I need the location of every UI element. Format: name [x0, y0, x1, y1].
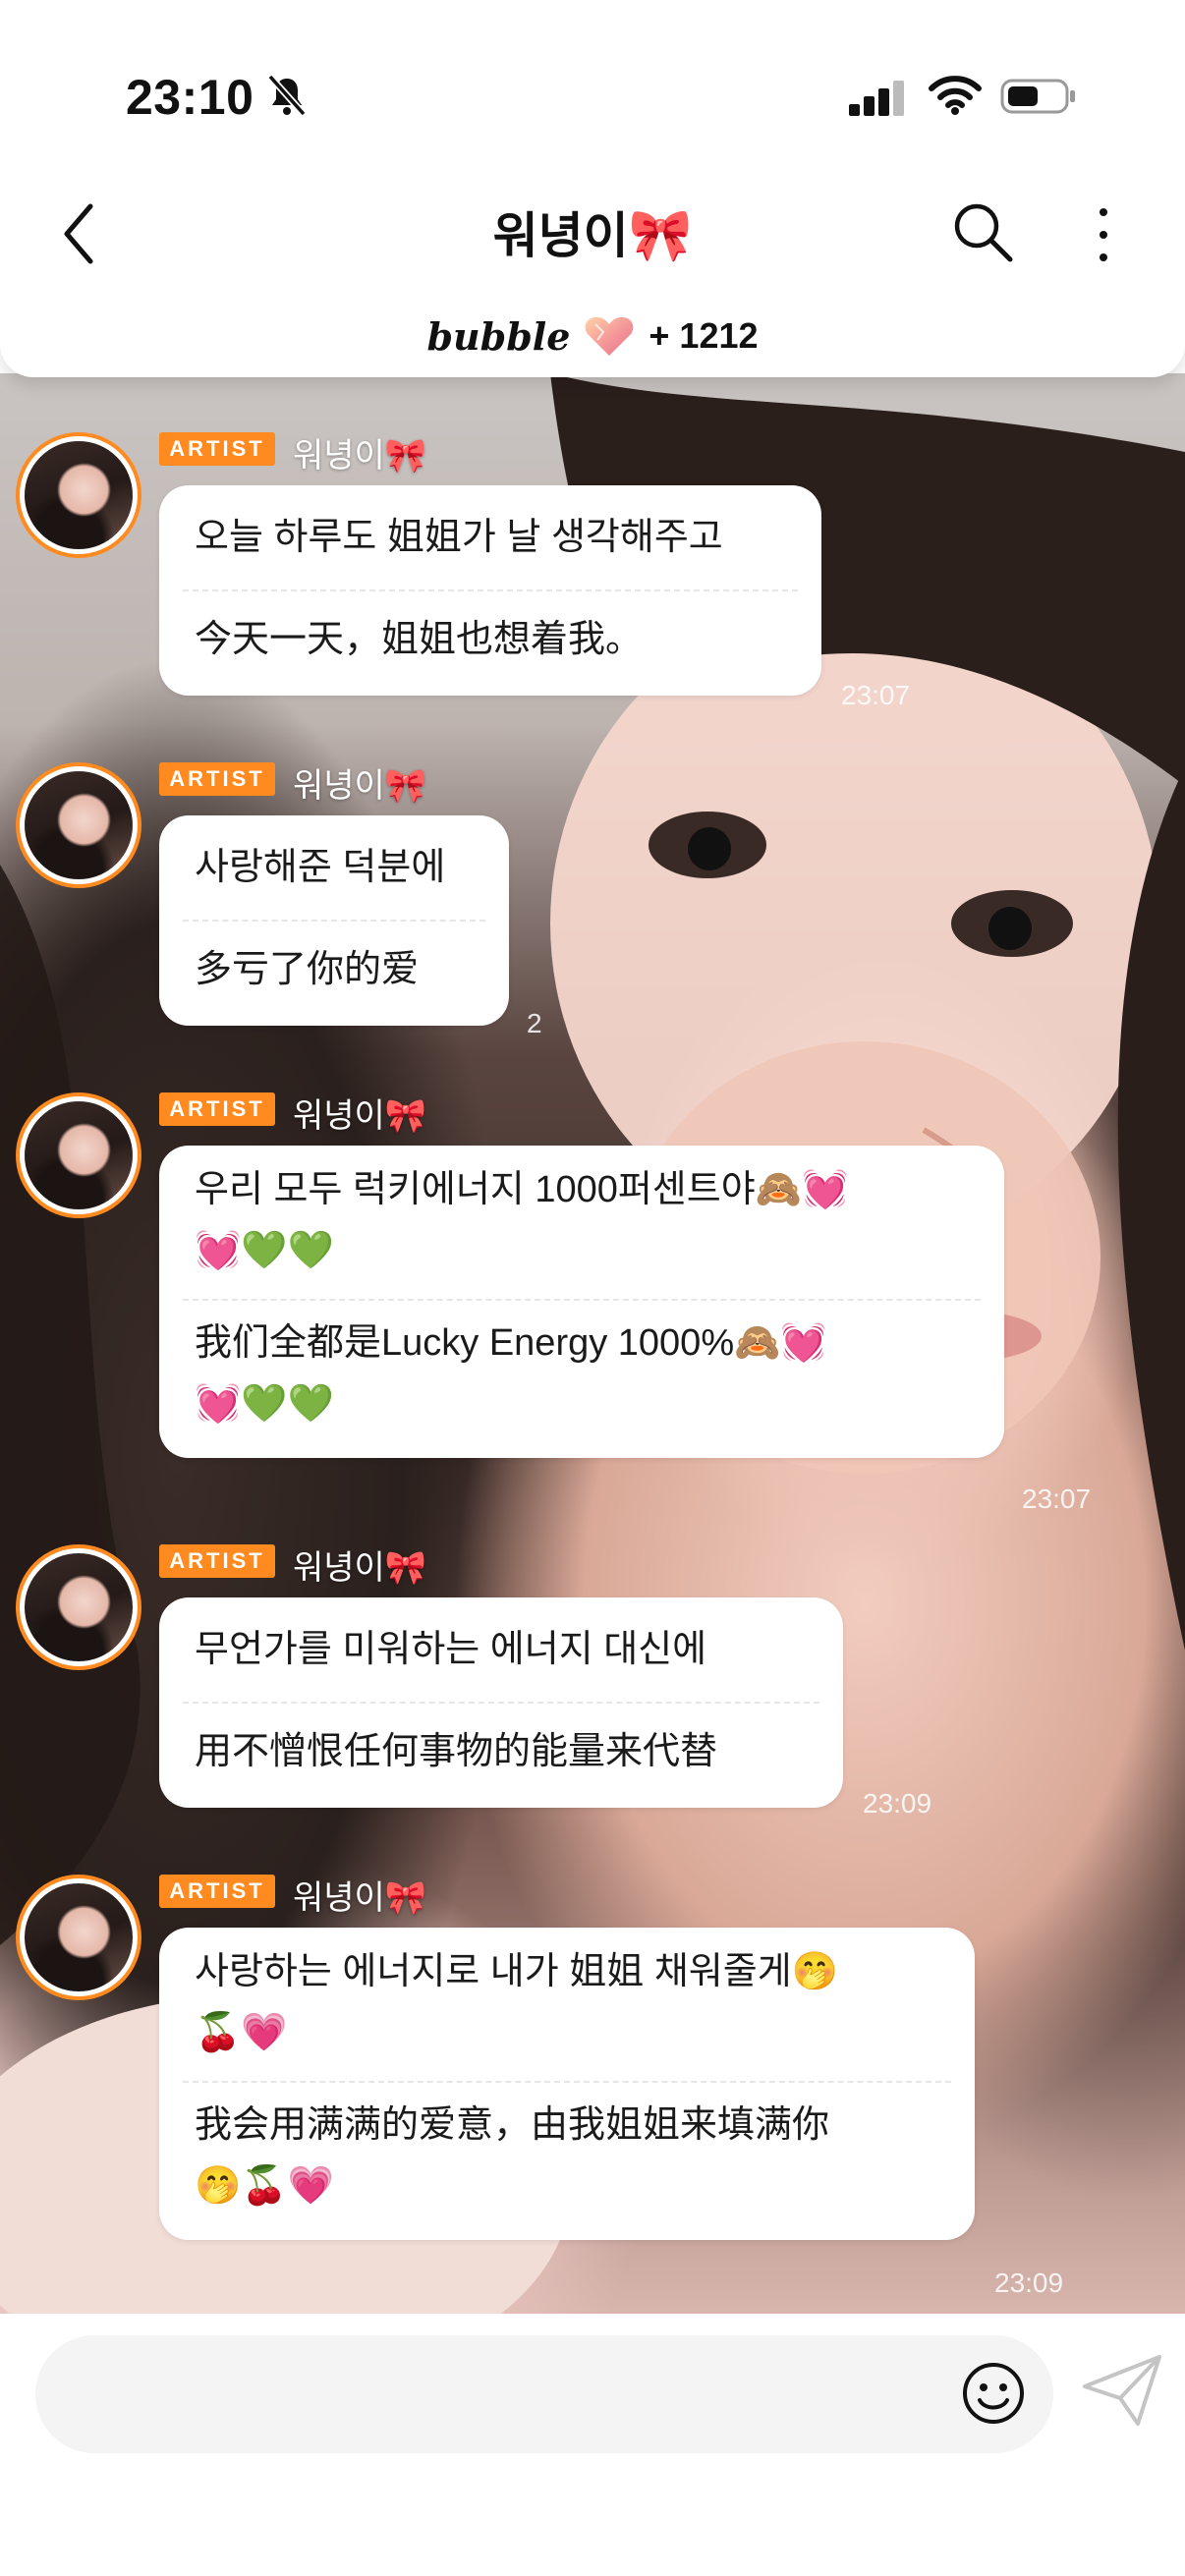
artist-badge: ARTIST [159, 1875, 275, 1908]
more-options-icon[interactable] [1089, 200, 1118, 269]
message-bubble[interactable]: 우리 모두 럭키에너지 1000퍼센트야🙈💓 💓💚💚 我们全都是Lucky En… [159, 1146, 1004, 1458]
heart-gem-icon [586, 316, 634, 356]
artist-badge: ARTIST [159, 1092, 275, 1126]
sender-name: 워녕이🎀 [293, 767, 427, 805]
message-text: 오늘 하루도 姐姐가 날 생각해주고 [195, 517, 723, 558]
ribbon-emoji: 🎀 [628, 207, 693, 264]
bubble-logo: bubble [426, 313, 571, 359]
sender-name: 워녕이🎀 [293, 437, 427, 475]
message-translation-emoji: 🤭🍒💗 [195, 2165, 334, 2207]
artist-badge: ARTIST [159, 1544, 275, 1578]
message-translation-emoji: 💓💚💚 [195, 1383, 334, 1425]
search-icon[interactable] [949, 198, 1016, 265]
battery-icon [1000, 79, 1075, 114]
message-text: 우리 모두 럭키에너지 1000퍼센트야🙈💓 [195, 1169, 849, 1210]
send-icon[interactable] [1081, 2353, 1163, 2428]
message-bubble[interactable]: 사랑하는 에너지로 내가 姐姐 채워줄게🤭 🍒💗 我会用满满的爱意，由我姐姐来填… [159, 1928, 975, 2240]
message-bubble[interactable]: 무언가를 미워하는 에너지 대신에 用不憎恨任何事物的能量来代替 [159, 1597, 843, 1808]
message-bubble[interactable]: 사랑해준 덕분에 多亏了你的爱 [159, 815, 509, 1026]
emoji-icon[interactable] [959, 2359, 1028, 2428]
status-time: 23:10 [126, 70, 254, 125]
message-time: 23:07 [1022, 1484, 1092, 1514]
wifi-icon [929, 76, 982, 115]
artist-avatar[interactable] [16, 1092, 141, 1218]
message-time: 23:09 [863, 1788, 932, 1819]
message-translation: 多亏了你的爱 [195, 949, 420, 990]
message-translation: 我会用满满的爱意，由我姐姐来填满你 [195, 2104, 830, 2146]
sender-name: 워녕이🎀 [293, 1879, 427, 1917]
chat-area[interactable]: ARTIST 워녕이🎀 오늘 하루도 姐姐가 날 생각해주고 今天一天，姐姐也想… [0, 373, 1185, 2314]
artist-badge: ARTIST [159, 432, 275, 466]
chat-header: 워녕이🎀 [0, 177, 1185, 295]
bell-muted-icon [267, 74, 307, 117]
title-text: 워녕이 [492, 208, 629, 263]
message-text-emoji: 💓💚💚 [195, 1230, 334, 1271]
message-time: 23:09 [994, 2268, 1064, 2298]
message-composer [0, 2314, 1185, 2576]
message-time: 2 [527, 1008, 542, 1038]
message-translation: 用不憎恨任何事物的能量来代替 [195, 1731, 718, 1772]
artist-avatar[interactable] [16, 432, 141, 558]
message-translation: 我们全都是Lucky Energy 1000%🙈💓 [195, 1322, 827, 1364]
artist-avatar[interactable] [16, 1544, 141, 1670]
artist-avatar[interactable] [16, 1875, 141, 2000]
artist-avatar[interactable] [16, 762, 141, 888]
message-input[interactable] [35, 2335, 1053, 2453]
cellular-signal-icon [849, 81, 904, 116]
sender-name: 워녕이🎀 [293, 1097, 427, 1135]
bubble-count-bar[interactable]: bubble + 1212 [0, 295, 1185, 377]
bubble-count: + 1212 [649, 315, 759, 356]
message-bubble[interactable]: 오늘 하루도 姐姐가 날 생각해주고 今天一天，姐姐也想着我。 [159, 485, 821, 696]
message-text: 사랑해준 덕분에 [195, 847, 446, 888]
artist-badge: ARTIST [159, 762, 275, 796]
sender-name: 워녕이🎀 [293, 1549, 427, 1587]
message-translation: 今天一天，姐姐也想着我。 [195, 619, 644, 660]
message-text: 무언가를 미워하는 에너지 대신에 [195, 1629, 707, 1670]
message-time: 23:07 [841, 680, 911, 710]
status-bar: 23:10 [0, 0, 1185, 177]
message-text-emoji: 🍒💗 [195, 2012, 288, 2053]
message-text: 사랑하는 에너지로 내가 姐姐 채워줄게🤭 [195, 1951, 838, 1992]
